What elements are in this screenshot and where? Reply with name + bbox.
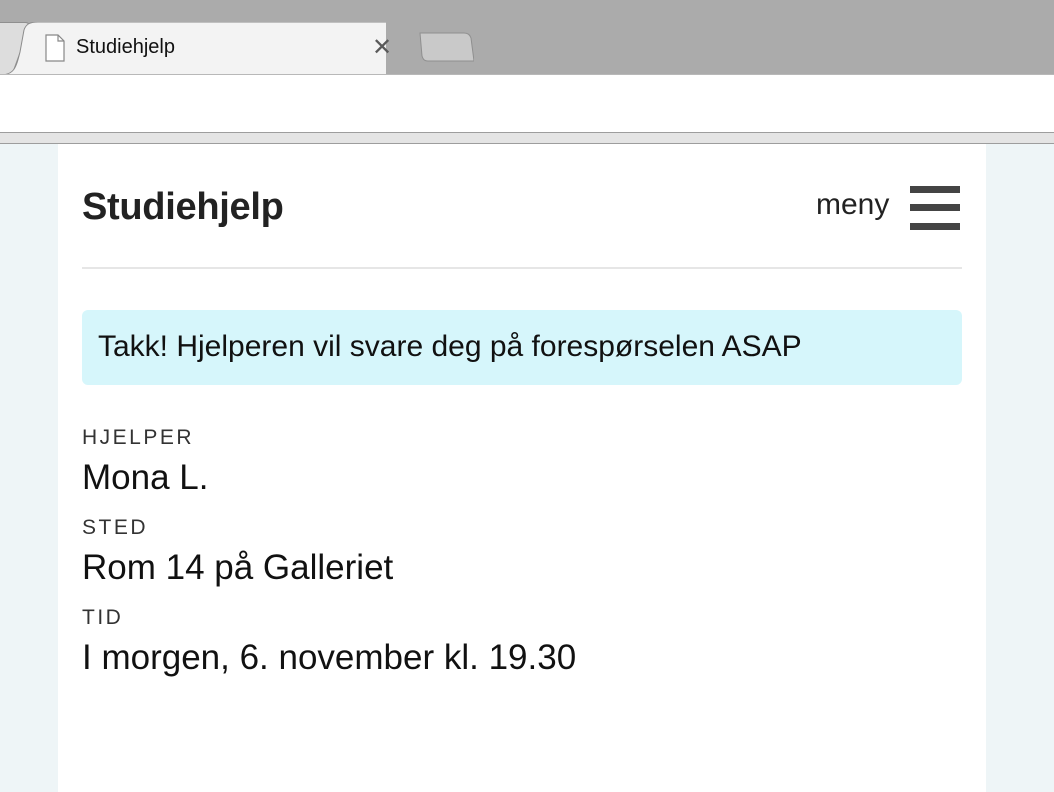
browser-tabstrip: Studiehjelp ✕ bbox=[0, 0, 1054, 75]
browser-toolbar bbox=[0, 74, 1054, 133]
alert-message: Takk! Hjelperen vil svare deg på forespø… bbox=[98, 330, 802, 363]
helper-label: HJELPER bbox=[82, 426, 195, 449]
time-value: I morgen, 6. november kl. 19.30 bbox=[82, 638, 577, 677]
page-icon bbox=[45, 34, 65, 62]
place-label: STED bbox=[82, 516, 149, 539]
menu-button[interactable]: meny bbox=[814, 184, 964, 234]
page-content: Studiehjelp meny Takk! Hjelperen vil sva… bbox=[58, 144, 986, 792]
confirmation-alert: Takk! Hjelperen vil svare deg på forespø… bbox=[82, 310, 962, 385]
site-title[interactable]: Studiehjelp bbox=[82, 186, 284, 229]
header-divider bbox=[82, 267, 962, 269]
menu-label: meny bbox=[816, 188, 890, 221]
helper-value: Mona L. bbox=[82, 458, 209, 497]
place-value: Rom 14 på Galleriet bbox=[82, 548, 394, 587]
time-label: TID bbox=[82, 606, 124, 629]
tab-title: Studiehjelp bbox=[76, 36, 175, 58]
new-tab-button[interactable] bbox=[418, 32, 474, 62]
tab-close-icon[interactable]: ✕ bbox=[370, 34, 394, 62]
toolbar-border bbox=[0, 132, 1054, 144]
hamburger-icon bbox=[910, 186, 960, 230]
